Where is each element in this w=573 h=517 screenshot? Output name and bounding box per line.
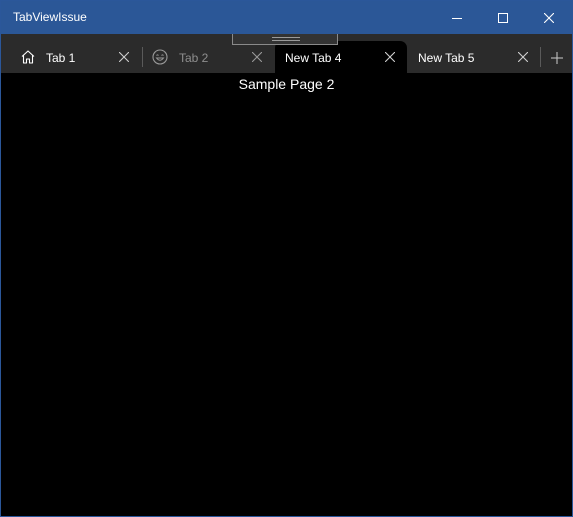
maximize-icon: [498, 12, 508, 23]
close-icon: [252, 52, 262, 62]
tab-close-button[interactable]: [515, 49, 531, 65]
tab-new-tab-5[interactable]: New Tab 5: [408, 41, 539, 73]
tab-close-button[interactable]: [116, 49, 132, 65]
close-icon: [544, 12, 554, 23]
tab-separator: [142, 47, 143, 67]
tab-strip: Tab 1 Tab 2 New Tab 4 New Tab 5: [1, 34, 572, 73]
maximize-button[interactable]: [480, 1, 526, 34]
close-icon: [518, 52, 528, 62]
tab-content: Sample Page 2: [1, 73, 572, 516]
tab-label: New Tab 4: [285, 51, 342, 65]
tab-separator: [540, 47, 541, 67]
grip-line: [272, 40, 300, 41]
minimize-icon: [452, 17, 462, 19]
close-window-button[interactable]: [526, 1, 572, 34]
tab-new-tab-4[interactable]: New Tab 4: [275, 41, 407, 73]
emoji-icon: [152, 49, 168, 65]
window-title: TabViewIssue: [13, 10, 87, 24]
page-text: Sample Page 2: [238, 76, 335, 92]
title-bar[interactable]: TabViewIssue: [1, 1, 572, 34]
tab-close-button[interactable]: [249, 49, 265, 65]
tab-2[interactable]: Tab 2: [144, 41, 272, 73]
plus-icon: [551, 52, 563, 64]
app-window: TabViewIssue Tab 1 Tab 2 New Tab 4 New T…: [0, 0, 573, 517]
add-tab-button[interactable]: [546, 48, 568, 68]
tab-close-button[interactable]: [382, 49, 398, 65]
close-icon: [119, 52, 129, 62]
home-icon: [21, 50, 35, 64]
grip-line: [272, 37, 300, 38]
tab-1[interactable]: Tab 1: [12, 41, 135, 73]
tab-label: Tab 1: [46, 51, 76, 65]
tab-label: New Tab 5: [418, 51, 475, 65]
close-icon: [385, 52, 395, 62]
tab-drag-handle[interactable]: [232, 34, 338, 45]
tab-label: Tab 2: [179, 51, 209, 65]
minimize-button[interactable]: [434, 1, 480, 34]
